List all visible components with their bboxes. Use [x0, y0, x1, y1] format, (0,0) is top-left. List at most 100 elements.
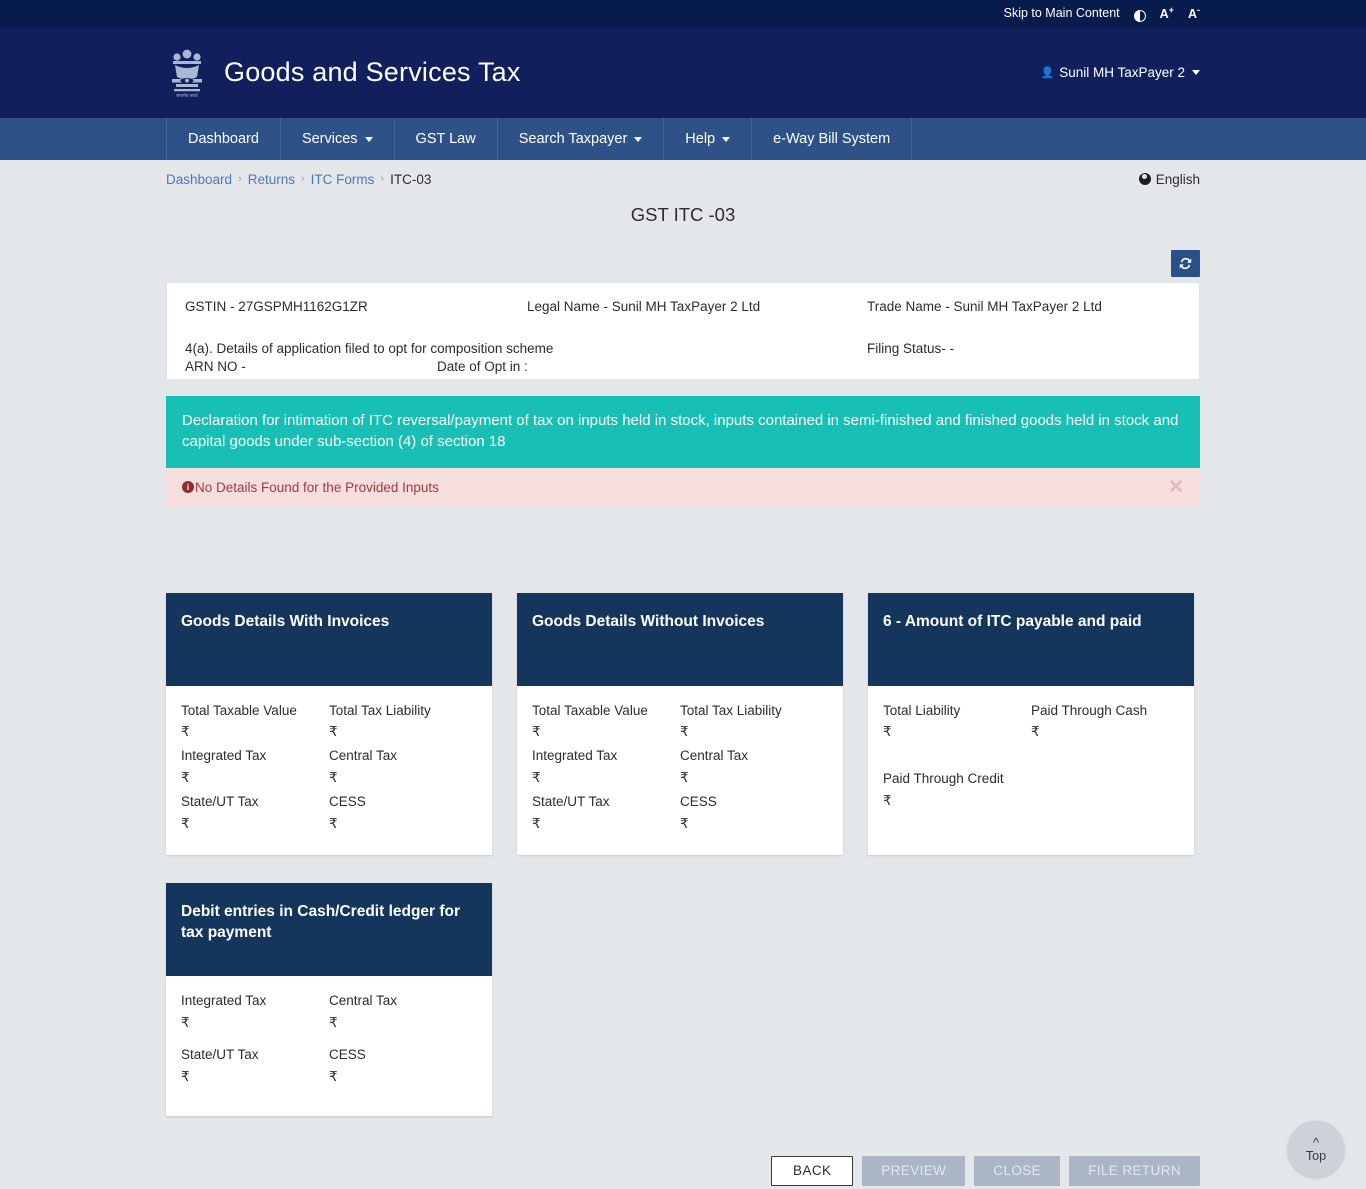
field-total-tax-liability: Total Tax Liability ₹	[329, 700, 477, 744]
field-amount: ₹	[532, 770, 541, 786]
field-label: CESS	[329, 794, 366, 810]
field-amount: ₹	[181, 1068, 190, 1084]
refresh-icon-button[interactable]	[1171, 250, 1200, 277]
field-amount: ₹	[329, 724, 338, 740]
field-cess: CESS ₹	[329, 791, 477, 835]
preview-button[interactable]: PREVIEW	[862, 1155, 966, 1186]
user-name-label: Sunil MH TaxPayer 2	[1059, 65, 1185, 80]
breadcrumb-separator: ›	[238, 173, 242, 185]
breadcrumb-item-itc-forms[interactable]: ITC Forms	[311, 172, 375, 187]
field-amount: ₹	[329, 1068, 338, 1084]
language-selector[interactable]: English	[1138, 171, 1200, 187]
legal-name-value: Legal Name - Sunil MH TaxPayer 2 Ltd	[527, 299, 761, 314]
field-amount: ₹	[329, 770, 338, 786]
chevron-down-icon	[1192, 70, 1200, 75]
field-integrated-tax: Integrated Tax ₹	[181, 990, 329, 1042]
card-body: Total Taxable Value ₹ Total Tax Liabilit…	[166, 686, 492, 855]
skip-to-main-content-link[interactable]: Skip to Main Content	[1004, 7, 1120, 20]
nav-label: Dashboard	[188, 131, 259, 147]
section-4a-label: 4(a). Details of application filed to op…	[185, 341, 554, 356]
refresh-icon	[1179, 257, 1192, 270]
field-label: Total Taxable Value	[181, 702, 297, 718]
field-amount: ₹	[181, 770, 190, 786]
file-return-button[interactable]: FILE RETURN	[1069, 1155, 1200, 1186]
field-label: Total Tax Liability	[329, 702, 431, 718]
field-total-liability: Total Liability ₹	[883, 700, 1031, 767]
contrast-icon[interactable]	[1133, 9, 1146, 22]
field-label: Paid Through Credit	[883, 771, 1004, 787]
summary-cards: Goods Details With Invoices Total Taxabl…	[166, 592, 1200, 1144]
field-integrated-tax: Integrated Tax ₹	[181, 745, 329, 789]
font-decrease-button[interactable]: A-	[1188, 6, 1200, 21]
font-increase-button[interactable]: A+	[1160, 6, 1174, 21]
field-label: Total Taxable Value	[532, 702, 648, 718]
field-amount: ₹	[1031, 724, 1040, 740]
svg-text:सत्यमेव जयते: सत्यमेव जयते	[176, 93, 198, 98]
breadcrumb-item-returns[interactable]: Returns	[248, 172, 295, 187]
refresh-row	[166, 250, 1200, 277]
chevron-down-icon	[722, 136, 731, 142]
main-content: Dashboard › Returns › ITC Forms › ITC-03…	[0, 160, 1366, 1189]
field-amount: ₹	[181, 815, 190, 831]
field-label: Total Tax Liability	[680, 702, 782, 718]
field-total-tax-liability: Total Tax Liability ₹	[680, 700, 828, 744]
close-button[interactable]: CLOSE	[974, 1155, 1061, 1186]
card-goods-details-without-invoices: Goods Details Without Invoices Total Tax…	[517, 592, 843, 855]
language-label: English	[1155, 171, 1200, 187]
field-amount: ₹	[680, 815, 689, 831]
field-label: Total Liability	[883, 702, 961, 718]
user-menu[interactable]: 👤 Sunil MH TaxPayer 2	[1040, 65, 1200, 80]
declaration-banner: Declaration for intimation of ITC revers…	[166, 396, 1200, 468]
arn-no-value: ARN NO -	[185, 359, 246, 374]
breadcrumb-row: Dashboard › Returns › ITC Forms › ITC-03…	[166, 160, 1200, 190]
card-body: Total Taxable Value ₹ Total Tax Liabilit…	[517, 686, 843, 855]
nav-item-gst-law[interactable]: GST Law	[395, 118, 498, 160]
field-label: Central Tax	[680, 748, 749, 764]
field-label: Integrated Tax	[181, 748, 267, 764]
filing-status-value: Filing Status- -	[867, 341, 955, 356]
page-title: GST ITC -03	[630, 204, 736, 225]
chevron-down-icon	[364, 136, 373, 142]
nav-label: e-Way Bill System	[773, 131, 891, 147]
form-action-buttons: BACK PREVIEW CLOSE FILE RETURN	[166, 1155, 1200, 1189]
field-amount: ₹	[680, 724, 689, 740]
card-amount-of-itc-payable-and-paid: 6 - Amount of ITC payable and paid Total…	[868, 592, 1194, 855]
info-circle-icon: i	[182, 481, 194, 494]
gst-itc03-page: Skip to Main Content A+ A- सत्यमेव जयते …	[0, 0, 1366, 1189]
taxpayer-info-row-1: GSTIN - 27GSPMH1162G1ZR Legal Name - Sun…	[185, 299, 1181, 314]
chevron-up-icon: ^	[1312, 1134, 1320, 1150]
card-body: Integrated Tax ₹ Central Tax ₹ State/UT …	[166, 976, 492, 1116]
nav-item-dashboard[interactable]: Dashboard	[166, 118, 281, 160]
field-integrated-tax: Integrated Tax ₹	[532, 745, 680, 789]
nav-item-eway-bill-system[interactable]: e-Way Bill System	[752, 118, 913, 160]
main-navigation: Dashboard Services GST Law Search Taxpay…	[0, 118, 1366, 160]
nav-item-search-taxpayer[interactable]: Search Taxpayer	[498, 118, 665, 160]
back-button[interactable]: BACK	[771, 1155, 854, 1186]
field-label: Paid Through Cash	[1031, 702, 1148, 718]
card-body: Total Liability ₹ Paid Through Cash ₹ Pa…	[868, 686, 1194, 855]
field-state-ut-tax: State/UT Tax ₹	[181, 1044, 329, 1096]
breadcrumb-item-dashboard[interactable]: Dashboard	[166, 172, 232, 187]
scroll-to-top-label: Top	[1305, 1148, 1327, 1163]
card-title: 6 - Amount of ITC payable and paid	[868, 592, 1194, 686]
alert-message: No Details Found for the Provided Inputs	[195, 479, 439, 495]
no-details-alert: i No Details Found for the Provided Inpu…	[166, 467, 1200, 507]
nav-item-services[interactable]: Services	[281, 118, 395, 160]
field-central-tax: Central Tax ₹	[329, 745, 477, 789]
close-icon[interactable]: ✕	[1168, 478, 1184, 497]
field-label: CESS	[680, 794, 717, 810]
field-state-ut-tax: State/UT Tax ₹	[532, 791, 680, 835]
field-paid-through-credit: Paid Through Credit ₹	[883, 768, 1031, 835]
field-paid-through-cash: Paid Through Cash ₹	[1031, 700, 1179, 767]
field-state-ut-tax: State/UT Tax ₹	[181, 791, 329, 835]
card-goods-details-with-invoices: Goods Details With Invoices Total Taxabl…	[166, 592, 492, 855]
breadcrumb-separator: ›	[380, 173, 385, 185]
gstin-value: GSTIN - 27GSPMH1162G1ZR	[185, 299, 368, 314]
user-icon: 👤	[1040, 67, 1055, 79]
card-title: Goods Details Without Invoices	[517, 592, 843, 686]
scroll-to-top-button[interactable]: ^ Top	[1288, 1121, 1344, 1177]
nav-item-help[interactable]: Help	[664, 118, 753, 160]
field-amount: ₹	[680, 770, 689, 786]
taxpayer-info-row-2: 4(a). Details of application filed to op…	[185, 341, 1181, 374]
chevron-down-icon	[634, 136, 643, 142]
